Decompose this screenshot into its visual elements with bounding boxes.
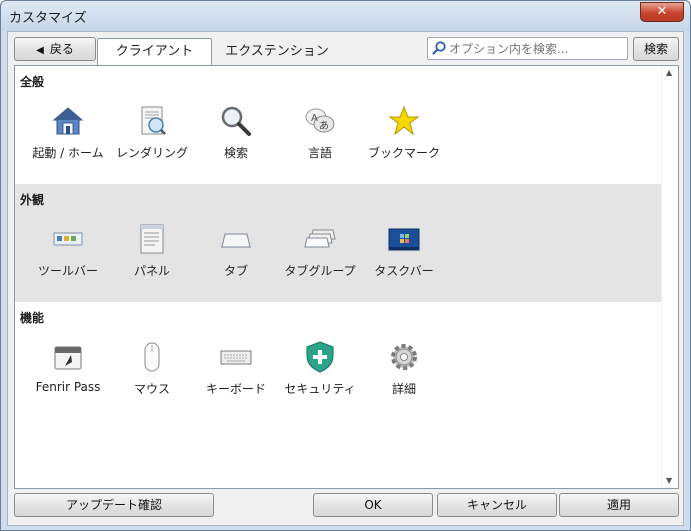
svg-text:A: A [311,113,318,124]
apply-button[interactable]: 適用 [559,493,679,517]
tab-icon [221,233,251,248]
taskbar-icon [388,228,420,251]
customize-window: カスタマイズ ✕ ◀ 戻る クライアント エクステンション 検索 全般 [0,0,691,531]
item-label: 言語 [307,146,332,160]
item-startup-home[interactable]: 起動 / ホーム [26,104,110,161]
section-title: 全般 [20,75,45,89]
title-bar[interactable]: カスタマイズ ✕ [1,1,690,31]
item-label: 詳細 [391,382,416,396]
item-security[interactable]: セキュリティ [278,340,362,397]
item-mouse[interactable]: マウス [110,340,194,397]
back-arrow-icon: ◀ [36,45,44,56]
scroll-down-arrow-icon[interactable]: ▼ [666,476,672,485]
item-tab-group[interactable]: タブグループ [278,222,362,279]
item-keyboard[interactable]: キーボード [194,340,278,397]
item-label: タブグループ [284,264,356,278]
item-advanced[interactable]: 詳細 [362,340,446,397]
toolbar-icon [53,232,83,246]
close-icon: ✕ [656,4,668,19]
item-fenrir-pass[interactable]: Fenrir Pass [26,340,110,394]
item-label: マウス [133,382,170,396]
keyboard-icon [220,350,252,365]
search-field[interactable] [427,37,628,60]
item-label: 検索 [223,146,248,160]
search-button[interactable]: 検索 [633,37,679,61]
check-update-button[interactable]: アップデート確認 [14,493,214,517]
item-label: ブックマーク [367,146,440,160]
item-label: タブ [223,264,248,278]
language-icon: A あ [305,108,335,133]
magnifier-icon [221,106,251,136]
back-button[interactable]: ◀ 戻る [14,37,96,61]
item-label: ツールバー [37,264,98,278]
item-rendering[interactable]: レンダリング [110,104,194,161]
rendering-icon [141,106,166,135]
window-title: カスタマイズ [9,11,87,26]
home-icon [52,107,84,135]
close-button[interactable]: ✕ [640,2,684,22]
star-icon [388,105,420,136]
panel-icon [140,224,164,254]
section-features: 機能 Fenrir Pass マウス キーボード セキュリティ 詳細 [15,302,661,420]
search-icon [432,41,446,55]
ok-button[interactable]: OK [313,493,433,517]
section-general: 全般 起動 / ホーム レンダリング 検索 A あ 言語 ブックマーク [15,66,661,184]
item-label: レンダリング [115,146,188,160]
back-button-label: 戻る [49,42,74,56]
section-title: 機能 [20,311,45,325]
vertical-scrollbar[interactable]: ▲ ▼ [661,66,678,488]
gear-icon [391,344,417,370]
section-appearance: 外観 ツールバー パネル タブ タブグループ タスクバー [15,184,661,302]
item-label: キーボード [205,382,266,396]
cancel-button[interactable]: キャンセル [437,493,557,517]
item-label: Fenrir Pass [35,380,101,394]
item-language[interactable]: A あ 言語 [278,104,362,161]
tab-client[interactable]: クライアント [97,38,212,65]
section-title: 外観 [20,193,45,207]
item-toolbar[interactable]: ツールバー [26,222,110,279]
item-bookmark[interactable]: ブックマーク [362,104,446,161]
item-label: パネル [133,264,170,278]
item-taskbar[interactable]: タスクバー [362,222,446,279]
svg-text:あ: あ [319,120,329,132]
fenrir-pass-icon [54,346,82,370]
dialog-body: ◀ 戻る クライアント エクステンション 検索 全般 [7,31,684,526]
tab-group-icon [304,229,336,248]
item-label: 起動 / ホーム [32,146,104,160]
item-tab[interactable]: タブ [194,222,278,279]
tab-extension[interactable]: エクステンション [214,41,340,65]
scroll-up-arrow-icon[interactable]: ▲ [666,68,672,77]
shield-icon [306,341,334,373]
search-input[interactable] [449,40,624,57]
item-label: セキュリティ [284,382,356,396]
item-panel[interactable]: パネル [110,222,194,279]
item-search[interactable]: 検索 [194,104,278,161]
settings-panel: 全般 起動 / ホーム レンダリング 検索 A あ 言語 ブックマーク 外観 ツ… [14,65,679,489]
item-label: タスクバー [374,264,434,278]
mouse-icon [144,342,160,372]
